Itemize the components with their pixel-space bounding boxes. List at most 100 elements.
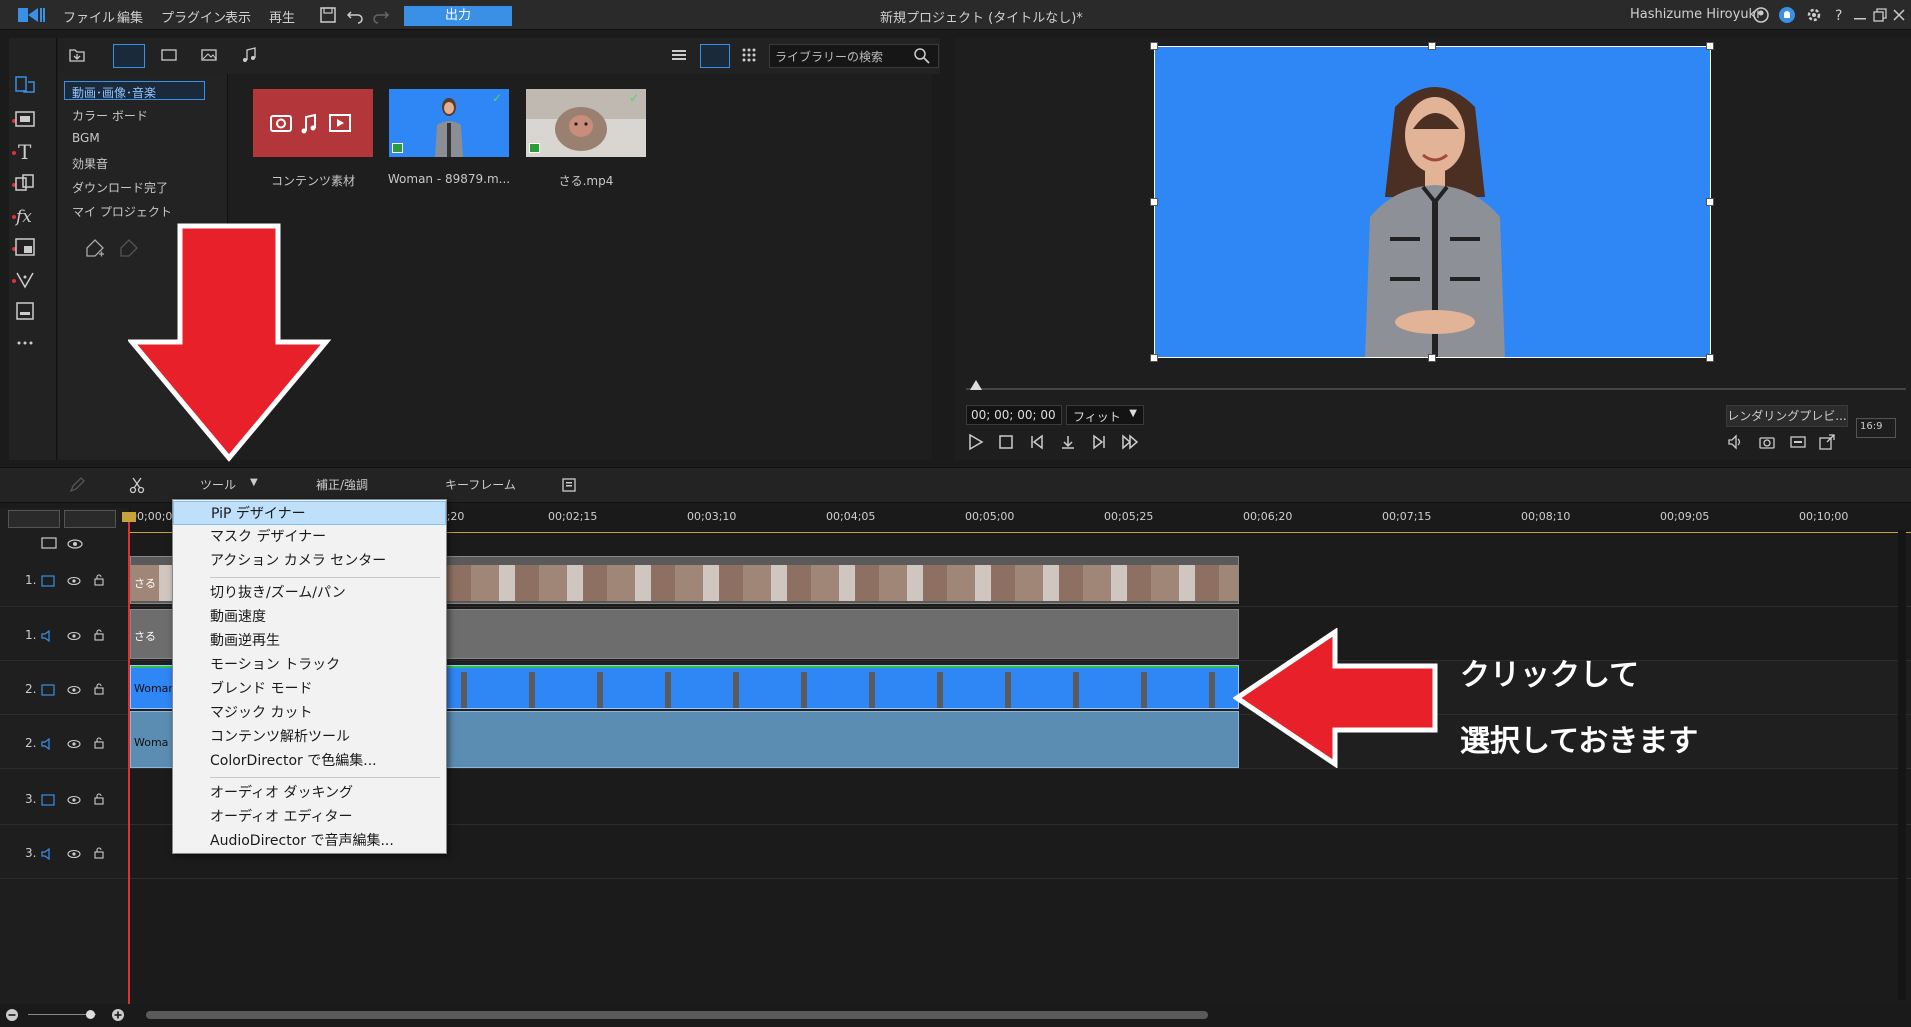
playhead[interactable] bbox=[128, 520, 130, 1010]
menu-item-audio-ducking[interactable]: オーディオ ダッキング bbox=[173, 781, 446, 805]
audio-track-icon[interactable] bbox=[41, 738, 55, 750]
stop-icon[interactable] bbox=[997, 433, 1015, 451]
subtitle-icon[interactable] bbox=[1789, 433, 1807, 451]
lock-icon[interactable] bbox=[92, 574, 106, 586]
minimize-icon[interactable] bbox=[1851, 6, 1869, 24]
add-tag-icon[interactable] bbox=[83, 238, 105, 260]
transition-room-icon[interactable] bbox=[14, 172, 36, 194]
resize-handle[interactable] bbox=[1150, 42, 1158, 50]
menu-item-magic-cut[interactable]: マジック カット bbox=[173, 701, 446, 725]
media-thumb-woman[interactable]: ✓ bbox=[389, 89, 509, 157]
media-thumb-content-pack[interactable] bbox=[253, 89, 373, 157]
preview-seekbar[interactable] bbox=[966, 388, 1906, 390]
eye-icon[interactable] bbox=[67, 848, 81, 860]
video-track-icon[interactable] bbox=[41, 684, 55, 696]
zoom-fit-select[interactable]: フィット ▼ bbox=[1066, 405, 1144, 425]
volume-icon[interactable] bbox=[1726, 433, 1744, 451]
undo-icon[interactable] bbox=[346, 6, 364, 24]
eye-icon[interactable] bbox=[67, 794, 81, 806]
lock-icon[interactable] bbox=[92, 847, 106, 859]
undock-icon[interactable] bbox=[1818, 433, 1836, 451]
resize-handle[interactable] bbox=[1706, 354, 1714, 362]
video-track-icon[interactable] bbox=[41, 575, 55, 587]
particle-room-icon[interactable] bbox=[14, 268, 36, 290]
list-view-icon[interactable] bbox=[670, 46, 688, 64]
tree-item-bgm[interactable]: BGM bbox=[72, 131, 100, 145]
track-manager-button[interactable] bbox=[8, 510, 60, 528]
menu-plugins[interactable]: プラグイン bbox=[161, 7, 226, 26]
filter-all-media-button[interactable] bbox=[113, 44, 145, 68]
eye-icon[interactable] bbox=[67, 684, 81, 696]
notification-icon[interactable] bbox=[1778, 6, 1796, 24]
menu-edit[interactable]: 編集 bbox=[117, 7, 143, 26]
eye-icon[interactable] bbox=[67, 738, 81, 750]
filter-video-icon[interactable] bbox=[160, 46, 178, 64]
keyframe-button[interactable]: キーフレーム bbox=[445, 476, 516, 493]
pip-room-icon[interactable] bbox=[14, 236, 36, 258]
eye-icon[interactable] bbox=[67, 575, 81, 587]
menu-view[interactable]: 表示 bbox=[225, 7, 251, 26]
split-icon[interactable] bbox=[1059, 433, 1077, 451]
tree-item-my-project[interactable]: マイ プロジェクト bbox=[72, 203, 172, 220]
search-icon[interactable] bbox=[913, 47, 931, 65]
preview-canvas[interactable] bbox=[1154, 46, 1711, 358]
menu-file[interactable]: ファイル bbox=[63, 7, 115, 26]
tree-item-media[interactable]: 動画･画像･音楽 bbox=[72, 84, 156, 101]
fit-timeline-button[interactable] bbox=[64, 510, 116, 528]
menu-item-audio-editor[interactable]: オーディオ エディター bbox=[173, 805, 446, 829]
edit-icon[interactable] bbox=[68, 476, 86, 494]
lock-icon[interactable] bbox=[92, 737, 106, 749]
save-icon[interactable] bbox=[319, 6, 337, 24]
redo-icon[interactable] bbox=[372, 6, 390, 24]
restore-icon[interactable] bbox=[1871, 6, 1889, 24]
timeline-vertical-scrollbar[interactable] bbox=[1898, 530, 1906, 1000]
tree-item-color-board[interactable]: カラー ボード bbox=[72, 107, 148, 124]
next-frame-icon[interactable] bbox=[1090, 433, 1108, 451]
resize-handle[interactable] bbox=[1428, 42, 1436, 50]
audio-track-icon[interactable] bbox=[41, 848, 55, 860]
aspect-ratio-select[interactable]: 16:9 bbox=[1856, 418, 1896, 438]
zoom-slider-thumb[interactable] bbox=[86, 1010, 95, 1019]
correction-button[interactable]: 補正/強調 bbox=[316, 476, 368, 493]
lock-icon[interactable] bbox=[92, 629, 106, 641]
options-grid-icon[interactable] bbox=[740, 46, 758, 64]
more-icon[interactable] bbox=[14, 332, 36, 354]
lock-icon[interactable] bbox=[92, 683, 106, 695]
effects-room-icon[interactable]: fx bbox=[14, 204, 36, 226]
settings-icon[interactable] bbox=[1805, 6, 1823, 24]
subtitle-edit-icon[interactable] bbox=[560, 476, 578, 494]
menu-item-action-camera[interactable]: アクション カメラ センター bbox=[173, 549, 446, 573]
media-thumb-monkey[interactable]: ✓ bbox=[526, 89, 646, 157]
filter-audio-icon[interactable] bbox=[240, 46, 258, 64]
menu-item-reverse[interactable]: 動画逆再生 bbox=[173, 629, 446, 653]
subtitle-room-icon[interactable] bbox=[14, 300, 36, 322]
tools-menu-button[interactable]: ツール bbox=[200, 476, 236, 493]
play-icon[interactable] bbox=[966, 433, 984, 451]
menu-item-pip-designer[interactable]: PiP デザイナー bbox=[173, 501, 446, 525]
menu-item-crop-zoom-pan[interactable]: 切り抜き/ズーム/パン bbox=[173, 581, 446, 605]
close-icon[interactable] bbox=[1890, 6, 1908, 24]
menu-item-motion-track[interactable]: モーション トラック bbox=[173, 653, 446, 677]
menu-item-content-analysis[interactable]: コンテンツ解析ツール bbox=[173, 725, 446, 749]
import-icon[interactable] bbox=[68, 46, 86, 64]
monitor-icon[interactable] bbox=[40, 537, 58, 551]
menu-play[interactable]: 再生 bbox=[269, 7, 295, 26]
timeline-horizontal-scrollbar[interactable] bbox=[146, 1011, 1208, 1019]
grid-view-button[interactable] bbox=[700, 44, 730, 68]
resize-handle[interactable] bbox=[1150, 198, 1158, 206]
eye-icon[interactable] bbox=[67, 630, 81, 642]
menu-item-audiodirector[interactable]: AudioDirector で音声編集... bbox=[173, 829, 446, 853]
menu-item-mask-designer[interactable]: マスク デザイナー bbox=[173, 525, 446, 549]
filter-image-icon[interactable] bbox=[200, 46, 218, 64]
title-room-icon[interactable]: T bbox=[14, 140, 36, 162]
menu-item-colordirector[interactable]: ColorDirector で色編集... bbox=[173, 749, 446, 773]
snapshot-icon[interactable] bbox=[1758, 433, 1776, 451]
tree-item-sound-effects[interactable]: 効果音 bbox=[72, 155, 108, 172]
zoom-out-icon[interactable] bbox=[5, 1008, 19, 1022]
menu-item-video-speed[interactable]: 動画速度 bbox=[173, 605, 446, 629]
resize-handle[interactable] bbox=[1150, 354, 1158, 362]
seek-thumb[interactable] bbox=[970, 380, 982, 390]
help-icon[interactable]: ? bbox=[1830, 6, 1848, 24]
playhead-handle[interactable] bbox=[122, 512, 136, 522]
menu-item-blend-mode[interactable]: ブレンド モード bbox=[173, 677, 446, 701]
